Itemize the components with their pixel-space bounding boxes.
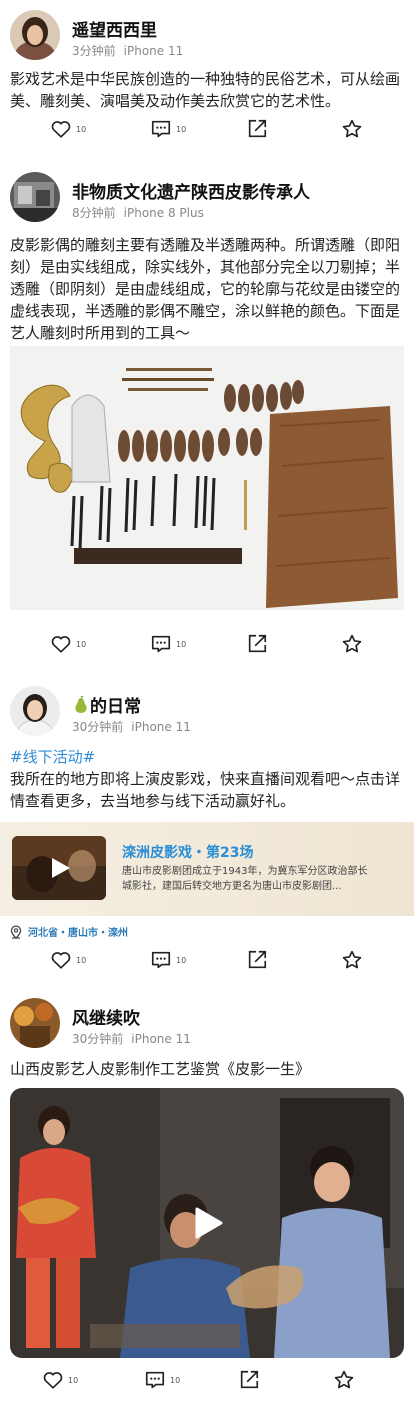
comment-button[interactable]: 10 — [150, 630, 186, 658]
location-text: 河北省・唐山市・滦州 — [28, 928, 128, 939]
share-icon — [248, 950, 267, 969]
post: 风继续吹 30分钟前 iPhone 11 山西皮影艺人皮影制作工艺鉴赏《皮影一生》 — [0, 998, 414, 1408]
like-count: 10 — [76, 639, 87, 649]
avatar[interactable] — [10, 998, 60, 1048]
post-header: 风继续吹 30分钟前 iPhone 11 — [10, 998, 404, 1048]
comment-icon — [151, 635, 171, 653]
post-header: 非物质文化遗产陕西皮影传承人 8分钟前 iPhone 8 Plus — [10, 172, 404, 222]
heart-icon — [51, 636, 71, 653]
share-button[interactable] — [246, 946, 268, 974]
comment-count: 10 — [176, 639, 187, 649]
author-name[interactable]: 遥望西西里 — [72, 16, 157, 41]
post-meta: 8分钟前 iPhone 8 Plus — [72, 204, 204, 221]
favorite-button[interactable] — [341, 946, 363, 974]
action-bar: 10 10 — [0, 115, 414, 143]
event-thumbnail — [12, 836, 106, 900]
like-count: 10 — [76, 955, 87, 965]
like-count: 10 — [76, 124, 87, 134]
post-text: 皮影影偶的雕刻主要有透雕及半透雕两种。所谓透雕（即阳刻）是由实线组成，除实线外，… — [10, 236, 401, 342]
comment-button[interactable]: 10 — [150, 946, 186, 974]
topic-tag[interactable]: #线下活动# — [10, 746, 406, 768]
post: 遥望西西里 3分钟前 iPhone 11 影戏艺术是中华民族创造的一种独特的民俗艺… — [0, 10, 414, 150]
favorite-button[interactable] — [333, 1366, 355, 1394]
author-name[interactable]: 非物质文化遗产陕西皮影传承人 — [72, 178, 310, 203]
star-icon — [342, 950, 362, 969]
location-pin-icon — [10, 924, 22, 939]
avatar[interactable] — [10, 172, 60, 222]
share-icon — [240, 1370, 259, 1389]
event-description: 唐山市皮影剧团成立于1943年，为冀东军分区政治部长城影社，建国后转交地方更名为… — [122, 866, 368, 892]
share-button[interactable] — [238, 1366, 260, 1394]
heart-icon — [51, 952, 71, 969]
comment-icon — [145, 1371, 165, 1389]
action-bar: 10 10 — [0, 630, 414, 658]
like-button[interactable]: 10 — [50, 946, 86, 974]
like-count: 10 — [68, 1375, 79, 1385]
post-device: iPhone 11 — [123, 44, 184, 58]
author-name[interactable]: 风继续吹 — [72, 1004, 140, 1029]
pear-emoji-icon — [75, 695, 87, 713]
heart-icon — [51, 121, 71, 138]
star-icon — [342, 634, 362, 653]
comment-button[interactable]: 10 — [144, 1366, 180, 1394]
comment-button[interactable]: 10 — [150, 115, 186, 143]
avatar[interactable] — [10, 686, 60, 736]
like-button[interactable]: 10 — [42, 1366, 78, 1394]
post-time: 30分钟前 — [72, 1032, 124, 1046]
post-text: 影戏艺术是中华民族创造的一种独特的民俗艺术，可从绘画美、雕刻美、演唱美及动作美去… — [10, 70, 401, 110]
post-time: 30分钟前 — [72, 720, 124, 734]
share-button[interactable] — [246, 630, 268, 658]
post: 非物质文化遗产陕西皮影传承人 8分钟前 iPhone 8 Plus 皮影影偶的雕刻… — [0, 172, 414, 672]
post-time: 3分钟前 — [72, 44, 116, 58]
post-meta: 30分钟前 iPhone 11 — [72, 718, 191, 735]
favorite-button[interactable] — [341, 115, 363, 143]
post-time: 8分钟前 — [72, 206, 116, 220]
post-meta: 30分钟前 iPhone 11 — [72, 1030, 191, 1047]
star-icon — [342, 119, 362, 138]
star-icon — [334, 1370, 354, 1389]
author-name[interactable]: 的日常 — [72, 692, 141, 717]
tools-photo[interactable] — [10, 346, 404, 610]
post-meta: 3分钟前 iPhone 11 — [72, 42, 183, 59]
author-name-text: 的日常 — [90, 697, 141, 717]
action-bar: 10 10 — [0, 1366, 414, 1394]
post: 的日常 30分钟前 iPhone 11 #线下活动# 我所在的地方即将上演皮影戏，… — [0, 686, 414, 976]
post-text: 山西皮影艺人皮影制作工艺鉴赏《皮影一生》 — [10, 1060, 311, 1078]
like-button[interactable]: 10 — [50, 115, 86, 143]
post-header: 遥望西西里 3分钟前 iPhone 11 — [10, 10, 404, 60]
feed: 遥望西西里 3分钟前 iPhone 11 影戏艺术是中华民族创造的一种独特的民俗艺… — [0, 0, 414, 1413]
post-device: iPhone 11 — [131, 720, 191, 734]
share-icon — [248, 634, 267, 653]
post-header: 的日常 30分钟前 iPhone 11 — [10, 686, 404, 736]
post-device: iPhone 11 — [131, 1032, 191, 1046]
favorite-button[interactable] — [341, 630, 363, 658]
video-thumbnail[interactable] — [10, 1088, 404, 1358]
comment-count: 10 — [176, 955, 187, 965]
event-card[interactable]: 滦洲皮影戏・第23场 唐山市皮影剧团成立于1943年，为冀东军分区政治部长城影社… — [0, 822, 414, 916]
event-title: 滦洲皮影戏・第23场 — [122, 845, 254, 861]
post-device: iPhone 8 Plus — [123, 206, 204, 220]
comment-icon — [151, 951, 171, 969]
comment-count: 10 — [176, 124, 187, 134]
comment-count: 10 — [170, 1375, 181, 1385]
share-icon — [248, 119, 267, 138]
play-icon[interactable] — [187, 1203, 227, 1243]
action-bar: 10 10 — [0, 946, 414, 974]
comment-icon — [151, 120, 171, 138]
like-button[interactable]: 10 — [50, 630, 86, 658]
post-text: #线下活动# 我所在的地方即将上演皮影戏，快来直播间观看吧～点击详情查看更多，去… — [10, 746, 406, 812]
post-body: 我所在的地方即将上演皮影戏，快来直播间观看吧～点击详情查看更多，去当地参与线下活… — [10, 770, 401, 810]
location-tag[interactable]: 河北省・唐山市・滦州 — [10, 924, 128, 939]
avatar[interactable] — [10, 10, 60, 60]
share-button[interactable] — [246, 115, 268, 143]
heart-icon — [43, 1372, 63, 1389]
